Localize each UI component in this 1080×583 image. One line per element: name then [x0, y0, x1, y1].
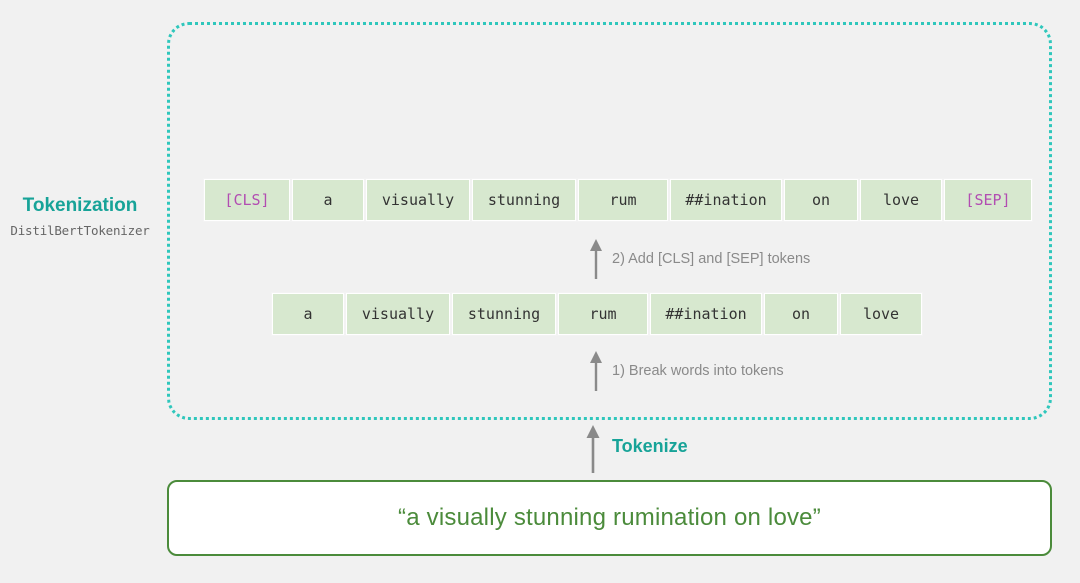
token-ination: ##ination	[670, 179, 782, 221]
tokenization-title: Tokenization	[0, 195, 160, 217]
arrow-step1: 1) Break words into tokens	[588, 351, 784, 391]
token-rum: rum	[578, 179, 668, 221]
tokenize-label: Tokenize	[612, 436, 688, 457]
token-on-plain: on	[764, 293, 838, 335]
tokenizer-class-name: DistilBertTokenizer	[0, 223, 160, 238]
token-visually-plain: visually	[346, 293, 450, 335]
token-visually: visually	[366, 179, 470, 221]
token-a-plain: a	[272, 293, 344, 335]
input-sentence-text: “a visually stunning rumination on love”	[398, 504, 821, 532]
token-on: on	[784, 179, 858, 221]
token-row-with-special: [CLS] a visually stunning rum ##ination …	[204, 179, 1032, 221]
token-stunning: stunning	[472, 179, 576, 221]
token-love-plain: love	[840, 293, 922, 335]
token-a: a	[292, 179, 364, 221]
input-sentence-box: “a visually stunning rumination on love”	[167, 480, 1052, 556]
token-ination-plain: ##ination	[650, 293, 762, 335]
tokenization-panel: [CLS] a visually stunning rum ##ination …	[167, 22, 1052, 420]
token-sep: [SEP]	[944, 179, 1032, 221]
arrow-step2: 2) Add [CLS] and [SEP] tokens	[588, 239, 810, 279]
step1-label: 1) Break words into tokens	[612, 363, 784, 379]
arrow-tokenize	[585, 425, 601, 473]
arrow-up-icon	[588, 239, 604, 279]
arrow-up-icon	[585, 425, 601, 473]
token-cls: [CLS]	[204, 179, 290, 221]
arrow-up-icon	[588, 351, 604, 391]
step2-label: 2) Add [CLS] and [SEP] tokens	[612, 251, 810, 267]
side-label-group: Tokenization DistilBertTokenizer	[0, 195, 160, 238]
token-rum-plain: rum	[558, 293, 648, 335]
token-love: love	[860, 179, 942, 221]
token-stunning-plain: stunning	[452, 293, 556, 335]
token-row-plain: a visually stunning rum ##ination on lov…	[272, 293, 922, 335]
